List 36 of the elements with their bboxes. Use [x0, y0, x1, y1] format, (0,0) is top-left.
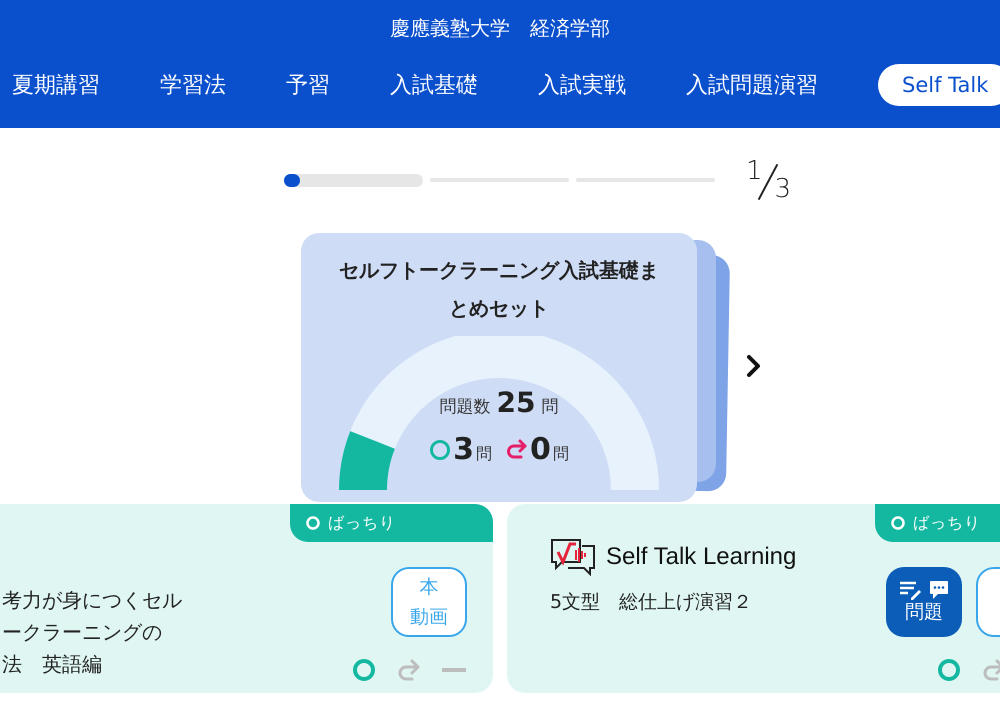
circle-icon	[891, 516, 905, 530]
lesson-card[interactable]: ばっちり 考力が身につくセル ークラーニングの 法 英語編 本 動画	[0, 504, 493, 693]
count-value: 25	[496, 386, 536, 419]
logo-text: Self Talk Learning	[606, 543, 796, 571]
correct-unit: 問	[476, 444, 492, 465]
redo-arrow-icon	[506, 439, 528, 461]
lesson-title: 法 英語編	[2, 651, 103, 678]
chat-bubble-icon	[929, 580, 949, 600]
lesson-title: ークラーニングの	[2, 619, 163, 646]
circle-icon	[429, 439, 452, 461]
nav-tab[interactable]: 入試実戦	[538, 70, 626, 100]
lesson-title: 5文型 総仕上げ演習２	[550, 590, 754, 615]
count-label: 問題数	[440, 396, 491, 418]
retry-count: 0	[530, 435, 551, 465]
lesson-title: 考力が身につくセル	[2, 587, 182, 614]
question-button[interactable]: 問題	[886, 567, 962, 637]
edit-list-icon	[899, 580, 921, 600]
circle-icon	[306, 516, 320, 530]
header-title: 慶應義塾大学 経済学部	[390, 15, 610, 42]
set-title: セルフトークラーニング入試基礎まとめセット	[338, 257, 660, 322]
nav-tab[interactable]: 学習法	[160, 70, 226, 100]
set-card[interactable]: セルフトークラーニング入試基礎まとめセット 問題数 25 問 3 問 0 問	[301, 233, 697, 502]
page-current: 1	[746, 158, 763, 184]
page-total: 3	[774, 176, 792, 202]
count-unit: 問	[541, 396, 558, 418]
correct-count: 3	[453, 435, 474, 465]
speech-bubbles-icon	[550, 538, 596, 576]
badge-text: ばっちり	[328, 512, 396, 534]
nav-tab[interactable]: 入試基礎	[390, 70, 478, 100]
nav-tab[interactable]: 入試問題演習	[686, 70, 818, 100]
lesson-card[interactable]: ばっちり Self Talk Learning 5文型 総仕上げ演習２ 問題	[507, 504, 1000, 693]
nav-tab[interactable]: Self Talk	[878, 64, 1000, 106]
badge-text: ばっちり	[913, 512, 981, 534]
retry-unit: 問	[552, 444, 569, 465]
nav-tab[interactable]: 予習	[286, 70, 330, 100]
nav-tab[interactable]: 夏期講習	[12, 70, 100, 100]
